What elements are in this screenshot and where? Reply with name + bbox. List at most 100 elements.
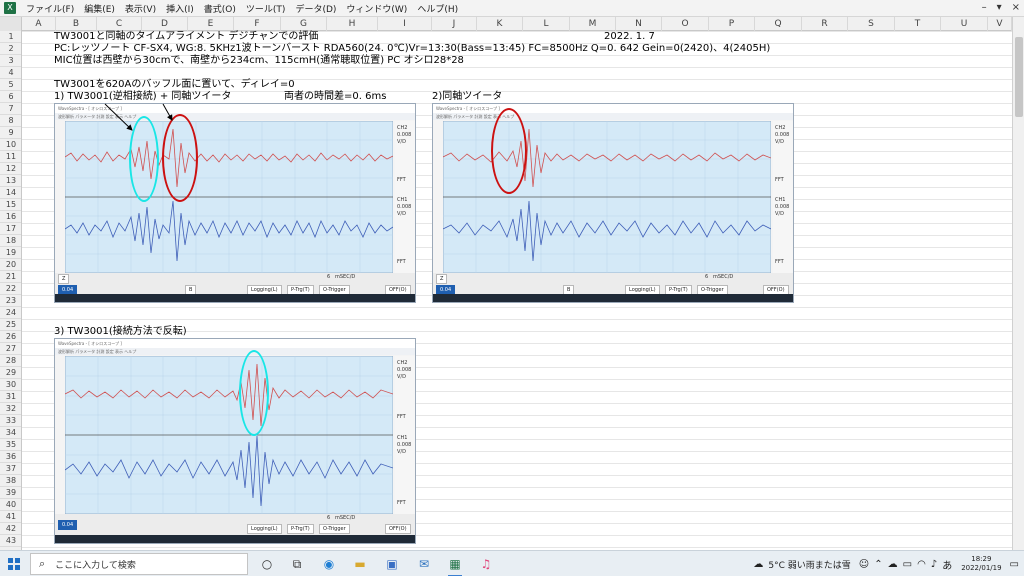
select-all-corner[interactable] — [0, 17, 22, 31]
row-header[interactable]: 37 — [0, 463, 21, 475]
menu-help[interactable]: ヘルプ(H) — [412, 2, 463, 15]
menu-edit[interactable]: 編集(E) — [79, 2, 120, 15]
row-header[interactable]: 35 — [0, 439, 21, 451]
time-difference-note[interactable]: 両者の時間差=0. 6ms — [284, 91, 386, 103]
cortana-icon[interactable]: ○ — [257, 554, 277, 574]
row-header[interactable]: 23 — [0, 295, 21, 307]
row-header[interactable]: 1 — [0, 31, 21, 43]
row-header[interactable]: 17 — [0, 223, 21, 235]
scope-logging-button[interactable]: Logging(L) — [247, 524, 282, 534]
column-header[interactable]: U — [941, 17, 988, 31]
row-header[interactable]: 2 — [0, 43, 21, 55]
excel-taskbar-icon[interactable]: ▦ — [445, 554, 465, 576]
column-header[interactable]: I — [378, 17, 432, 31]
column-header[interactable]: O — [662, 17, 709, 31]
ch2-fft[interactable]: FFT — [397, 414, 406, 420]
chevron-up-icon[interactable]: ⌃ — [874, 559, 882, 570]
column-header[interactable]: J — [432, 17, 477, 31]
menu-insert[interactable]: 挿入(I) — [161, 2, 199, 15]
scope-ptrig-button[interactable]: P-Trg(T) — [287, 524, 314, 534]
ch1-fft[interactable]: FFT — [775, 259, 784, 265]
column-header[interactable]: E — [188, 17, 234, 31]
sheet-title[interactable]: TW3001と同軸のタイムアライメント デジチャンでの評価 — [54, 31, 318, 43]
row-header[interactable]: 39 — [0, 487, 21, 499]
column-header[interactable]: L — [523, 17, 570, 31]
row-header[interactable]: 3 — [0, 55, 21, 67]
case2-heading[interactable]: 2)同軸ツイータ — [432, 91, 502, 103]
column-header[interactable]: G — [281, 17, 327, 31]
people-icon[interactable]: ☺ — [859, 559, 869, 570]
menu-file[interactable]: ファイル(F) — [21, 2, 79, 15]
row-header[interactable]: 26 — [0, 331, 21, 343]
row-header[interactable]: 22 — [0, 283, 21, 295]
row-header[interactable]: 28 — [0, 355, 21, 367]
task-view-icon[interactable]: ⧉ — [287, 554, 307, 574]
ch2-fft[interactable]: FFT — [397, 177, 406, 183]
column-header[interactable]: N — [616, 17, 662, 31]
column-header[interactable]: A — [22, 17, 56, 31]
scope-off-button[interactable]: OFF(O) — [385, 524, 411, 534]
row-header[interactable]: 24 — [0, 307, 21, 319]
menu-tools[interactable]: ツール(T) — [241, 2, 291, 15]
row-header[interactable]: 21 — [0, 271, 21, 283]
row-header[interactable]: 40 — [0, 499, 21, 511]
column-header[interactable]: P — [709, 17, 755, 31]
row-header[interactable]: 8 — [0, 115, 21, 127]
column-header[interactable]: K — [477, 17, 523, 31]
windows-start-icon[interactable] — [8, 558, 20, 570]
scrollbar-thumb[interactable] — [1015, 37, 1023, 117]
column-header[interactable]: M — [570, 17, 616, 31]
conditions-line[interactable]: PC:レッツノート CF-SX4, WG:8. 5KHz1波トーンバースト RD… — [54, 43, 770, 55]
vertical-scrollbar[interactable] — [1012, 17, 1024, 550]
column-header[interactable]: D — [142, 17, 188, 31]
menu-window[interactable]: ウィンドウ(W) — [341, 2, 412, 15]
menu-view[interactable]: 表示(V) — [120, 2, 161, 15]
row-header[interactable]: 11 — [0, 151, 21, 163]
itunes-icon[interactable]: ♫ — [476, 554, 496, 574]
row-header[interactable]: 6 — [0, 91, 21, 103]
battery-icon[interactable]: ▭ — [903, 559, 912, 570]
column-header[interactable]: C — [97, 17, 142, 31]
setup-line[interactable]: TW3001を620Aのバッフル面に置いて、ディレイ=0 — [54, 79, 295, 91]
row-header[interactable]: 42 — [0, 523, 21, 535]
row-header[interactable]: 20 — [0, 259, 21, 271]
row-header[interactable]: 43 — [0, 535, 21, 547]
row-header[interactable]: 19 — [0, 247, 21, 259]
minimize-icon[interactable]: – — [982, 2, 987, 13]
row-header[interactable]: 10 — [0, 139, 21, 151]
scope-z-button[interactable]: Z — [436, 274, 448, 284]
row-header[interactable]: 9 — [0, 127, 21, 139]
taskbar-clock[interactable]: 18:29 2022/01/19 — [961, 555, 1001, 573]
column-header[interactable]: V — [988, 17, 1012, 31]
speaker-icon[interactable]: ♪ — [931, 559, 937, 570]
weather-text[interactable]: 5°C 弱い雨または雪 — [768, 558, 850, 571]
close-icon[interactable]: × — [1012, 2, 1020, 13]
ime-indicator[interactable]: あ — [942, 557, 952, 572]
scope-speed-field[interactable]: 0.04 — [58, 520, 78, 530]
store-icon[interactable]: ▣ — [382, 554, 402, 574]
column-header[interactable]: H — [327, 17, 378, 31]
column-header[interactable]: S — [848, 17, 895, 31]
column-header[interactable]: Q — [755, 17, 802, 31]
scope-otrigger-button[interactable]: O-Trigger — [319, 524, 350, 534]
taskbar-search-box[interactable]: ⌕ ここに入力して検索 — [30, 553, 248, 575]
sheet-date[interactable]: 2022. 1. 7 — [604, 31, 655, 43]
row-header[interactable]: 14 — [0, 187, 21, 199]
column-header[interactable]: R — [802, 17, 848, 31]
menu-format[interactable]: 書式(O) — [199, 2, 241, 15]
file-explorer-icon[interactable]: ▬ — [350, 554, 370, 574]
row-header[interactable]: 5 — [0, 79, 21, 91]
row-header[interactable]: 13 — [0, 175, 21, 187]
row-header[interactable]: 31 — [0, 391, 21, 403]
column-header[interactable]: F — [234, 17, 281, 31]
row-header[interactable]: 30 — [0, 379, 21, 391]
ch1-fft[interactable]: FFT — [397, 500, 406, 506]
row-header[interactable]: 33 — [0, 415, 21, 427]
row-header[interactable]: 32 — [0, 403, 21, 415]
column-header[interactable]: B — [56, 17, 97, 31]
row-header[interactable]: 41 — [0, 511, 21, 523]
menu-data[interactable]: データ(D) — [290, 2, 341, 15]
ch2-fft[interactable]: FFT — [775, 177, 784, 183]
weather-icon[interactable]: ☁ — [753, 559, 763, 570]
cloud-icon[interactable]: ☁ — [888, 559, 898, 570]
